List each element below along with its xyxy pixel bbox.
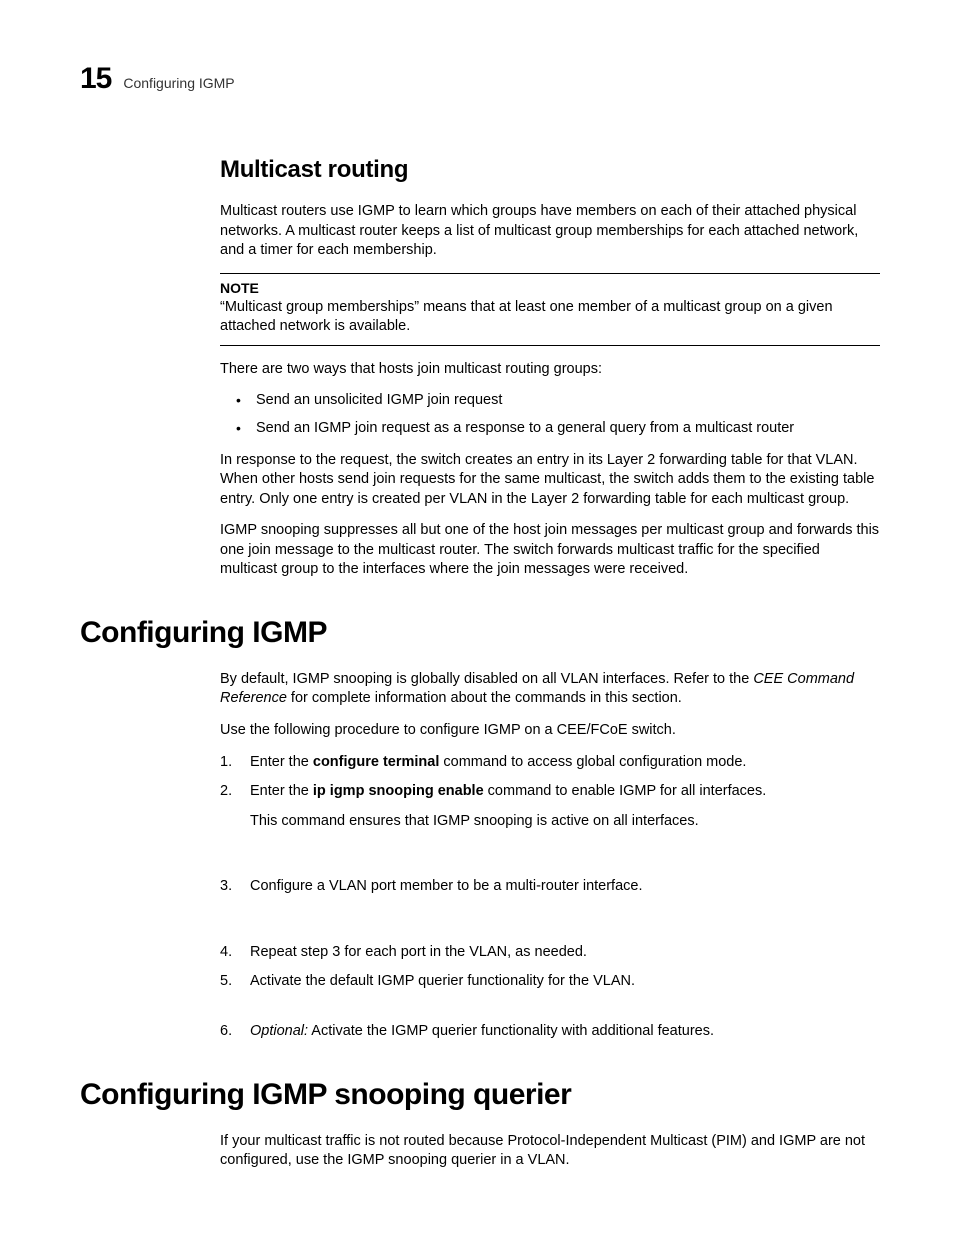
bullet-list: Send an unsolicited IGMP join request Se…: [220, 391, 880, 438]
step-item: Activate the default IGMP querier functi…: [220, 972, 880, 992]
step-item: Optional: Activate the IGMP querier func…: [220, 1022, 880, 1042]
optional-label: Optional:: [250, 1023, 308, 1039]
ordered-steps: Enter the configure terminal command to …: [220, 753, 880, 1042]
command: ip igmp snooping enable: [313, 783, 484, 799]
step-item: Configure a VLAN port member to be a mul…: [220, 877, 880, 897]
heading-snooping-querier: Configuring IGMP snooping querier: [80, 1078, 874, 1112]
step-subtext: This command ensures that IGMP snooping …: [250, 812, 880, 832]
text: Enter the: [250, 754, 313, 770]
paragraph: If your multicast traffic is not routed …: [220, 1132, 880, 1171]
text: for complete information about the comma…: [287, 690, 682, 706]
text: Enter the: [250, 783, 313, 799]
list-item: Send an unsolicited IGMP join request: [220, 391, 880, 411]
paragraph: By default, IGMP snooping is globally di…: [220, 670, 880, 709]
paragraph: In response to the request, the switch c…: [220, 451, 880, 510]
note-text: “Multicast group memberships” means that…: [220, 298, 880, 337]
section-configuring-igmp: Configuring IGMP: [80, 616, 874, 650]
list-item: Send an IGMP join request as a response …: [220, 419, 880, 439]
section-multicast-routing: Multicast routing Multicast routers use …: [220, 156, 880, 580]
section-snooping-querier: Configuring IGMP snooping querier: [80, 1078, 874, 1112]
note-label: NOTE: [220, 280, 880, 296]
paragraph: There are two ways that hosts join multi…: [220, 360, 880, 380]
paragraph: IGMP snooping suppresses all but one of …: [220, 521, 880, 580]
command: configure terminal: [313, 754, 440, 770]
text: By default, IGMP snooping is globally di…: [220, 671, 753, 687]
text: Activate the IGMP querier functionality …: [308, 1023, 714, 1039]
heading-configuring-igmp: Configuring IGMP: [80, 616, 874, 650]
step-item: Enter the configure terminal command to …: [220, 753, 880, 773]
paragraph: Use the following procedure to configure…: [220, 721, 880, 741]
page-header: 15 Configuring IGMP: [80, 62, 874, 96]
step-item: Repeat step 3 for each port in the VLAN,…: [220, 943, 880, 963]
section-configuring-igmp-body: By default, IGMP snooping is globally di…: [220, 670, 880, 1042]
heading-multicast-routing: Multicast routing: [220, 156, 880, 184]
step-item: Enter the ip igmp snooping enable comman…: [220, 782, 880, 831]
section-snooping-querier-body: If your multicast traffic is not routed …: [220, 1132, 880, 1171]
paragraph: Multicast routers use IGMP to learn whic…: [220, 202, 880, 261]
text: command to access global configuration m…: [439, 754, 746, 770]
note-box: NOTE “Multicast group memberships” means…: [220, 273, 880, 346]
chapter-number: 15: [80, 62, 111, 96]
text: command to enable IGMP for all interface…: [484, 783, 767, 799]
header-title: Configuring IGMP: [123, 75, 234, 91]
